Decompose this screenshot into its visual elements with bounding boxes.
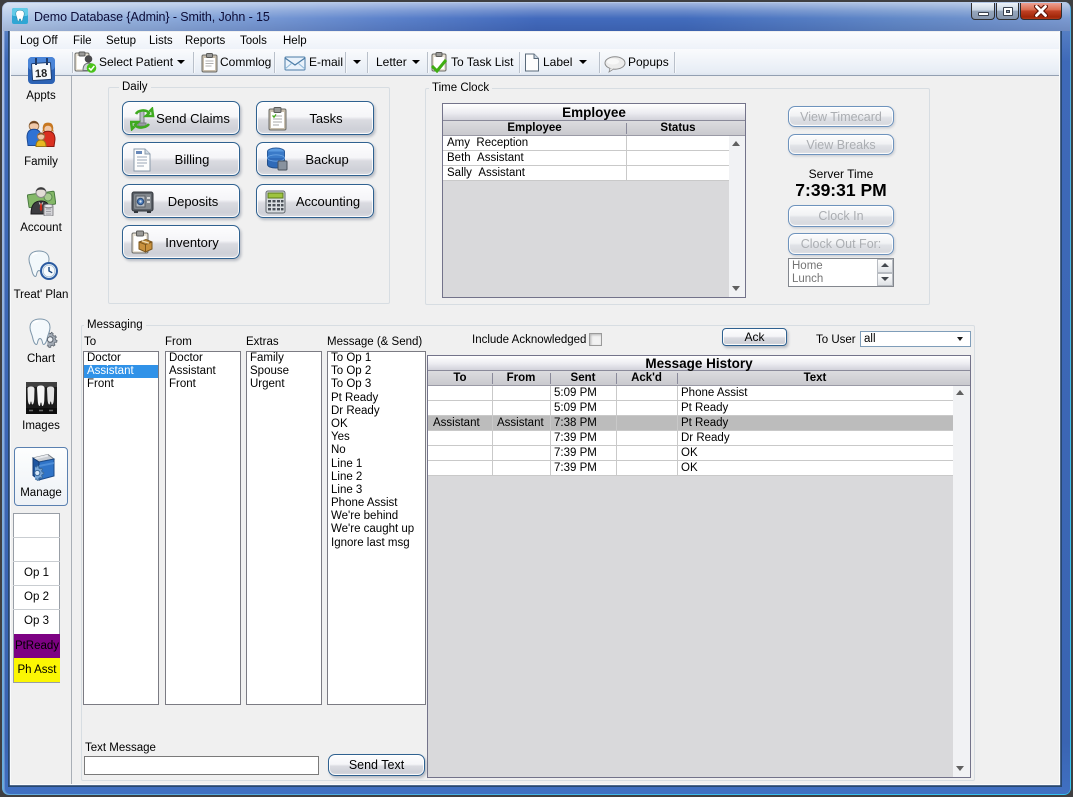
svg-text:18: 18 <box>35 68 48 81</box>
